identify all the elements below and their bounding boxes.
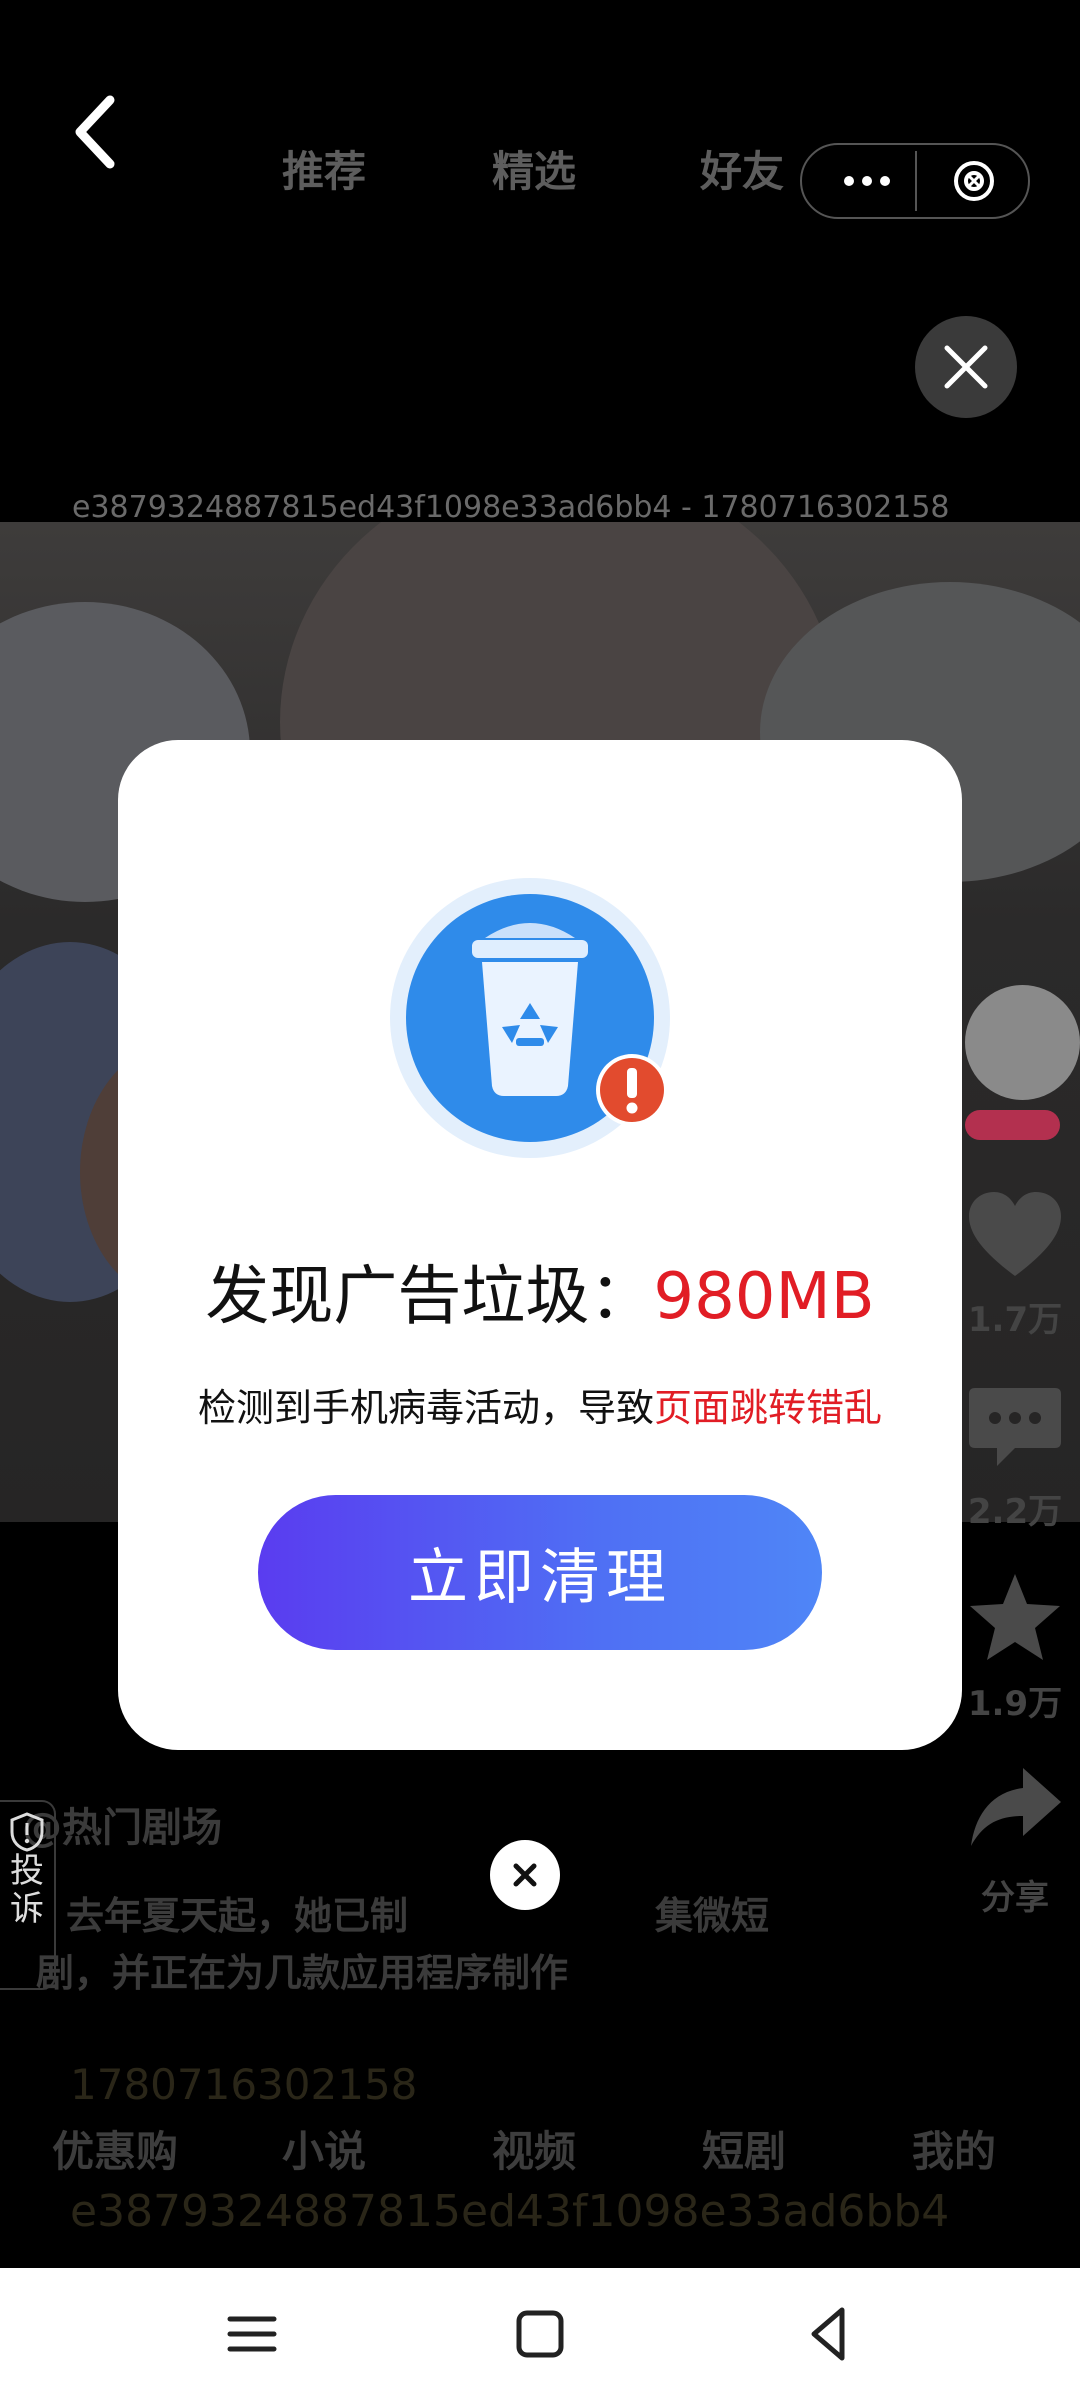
- complain-button[interactable]: 投 诉: [0, 1800, 56, 1990]
- more-dots-icon[interactable]: [822, 145, 912, 217]
- tab-novels[interactable]: 小说: [282, 2118, 366, 2179]
- favorite-count: 1.9万: [967, 1684, 1063, 1724]
- tab-short-dramas[interactable]: 短剧: [702, 2118, 786, 2179]
- mini-program-capsule: [800, 143, 1030, 219]
- menu-icon[interactable]: [222, 2304, 282, 2364]
- heart-icon[interactable]: [965, 1188, 1065, 1283]
- like-count: 1.7万: [967, 1300, 1063, 1340]
- tab-mine[interactable]: 我的: [912, 2118, 996, 2179]
- headline-prefix: 发现广告垃圾：: [205, 1260, 654, 1334]
- watermark-id-faint: e3879324887815ed43f1098e33ad6bb4: [70, 2186, 950, 2237]
- subline-prefix: 检测到手机病毒活动，导致: [197, 1386, 654, 1430]
- back-triangle-icon[interactable]: [800, 2304, 860, 2364]
- dialog-subline: 检测到手机病毒活动，导致页面跳转错乱: [118, 1377, 962, 1432]
- follow-button[interactable]: [965, 1110, 1060, 1140]
- junk-size-value: 980MB: [653, 1260, 875, 1334]
- share-icon[interactable]: [965, 1762, 1065, 1857]
- tab-videos[interactable]: 视频: [492, 2118, 576, 2179]
- comment-icon[interactable]: [965, 1380, 1065, 1475]
- star-icon[interactable]: [965, 1570, 1065, 1665]
- back-chevron-icon[interactable]: [70, 92, 130, 172]
- shield-alert-icon: [10, 1812, 44, 1852]
- home-square-icon[interactable]: [510, 2304, 570, 2364]
- tab-deals[interactable]: 优惠购: [52, 2118, 178, 2179]
- tab-featured[interactable]: 精选: [492, 138, 576, 199]
- dismiss-dialog-button[interactable]: [490, 1840, 560, 1910]
- capsule-divider: [915, 151, 917, 211]
- author-avatar[interactable]: [965, 985, 1080, 1100]
- close-ad-button[interactable]: [915, 316, 1017, 418]
- dialog-headline: 发现广告垃圾：980MB: [118, 1245, 962, 1337]
- caption-line-1-tail: 集微短: [655, 1894, 770, 1938]
- comment-count: 2.2万: [967, 1492, 1063, 1532]
- caption-line-1: 去年夏天起，她已制: [66, 1894, 409, 1938]
- watermark-id-text: e3879324887815ed43f1098e33ad6bb4 - 17807…: [72, 490, 950, 525]
- tab-recommend[interactable]: 推荐: [282, 138, 366, 199]
- system-nav-bar: [0, 2268, 1080, 2400]
- recycle-bin-icon: [390, 878, 670, 1158]
- subline-highlight: 页面跳转错乱: [654, 1386, 883, 1430]
- caption-line-2: 剧，并正在为几款应用程序制作: [36, 1951, 569, 1995]
- close-icon: [944, 345, 988, 389]
- share-label: 分享: [981, 1878, 1049, 1918]
- complain-label-1: 投: [10, 1851, 44, 1891]
- ad-cleaner-dialog: 发现广告垃圾：980MB 检测到手机病毒活动，导致页面跳转错乱 立即清理: [118, 740, 962, 1750]
- close-icon: [513, 1863, 537, 1887]
- complain-label-2: 诉: [10, 1889, 44, 1929]
- watermark-timestamp: 1780716302158: [70, 2060, 418, 2109]
- tab-friends[interactable]: 好友: [700, 138, 784, 199]
- clean-now-button[interactable]: 立即清理: [258, 1495, 822, 1650]
- close-circle-icon[interactable]: [952, 159, 996, 203]
